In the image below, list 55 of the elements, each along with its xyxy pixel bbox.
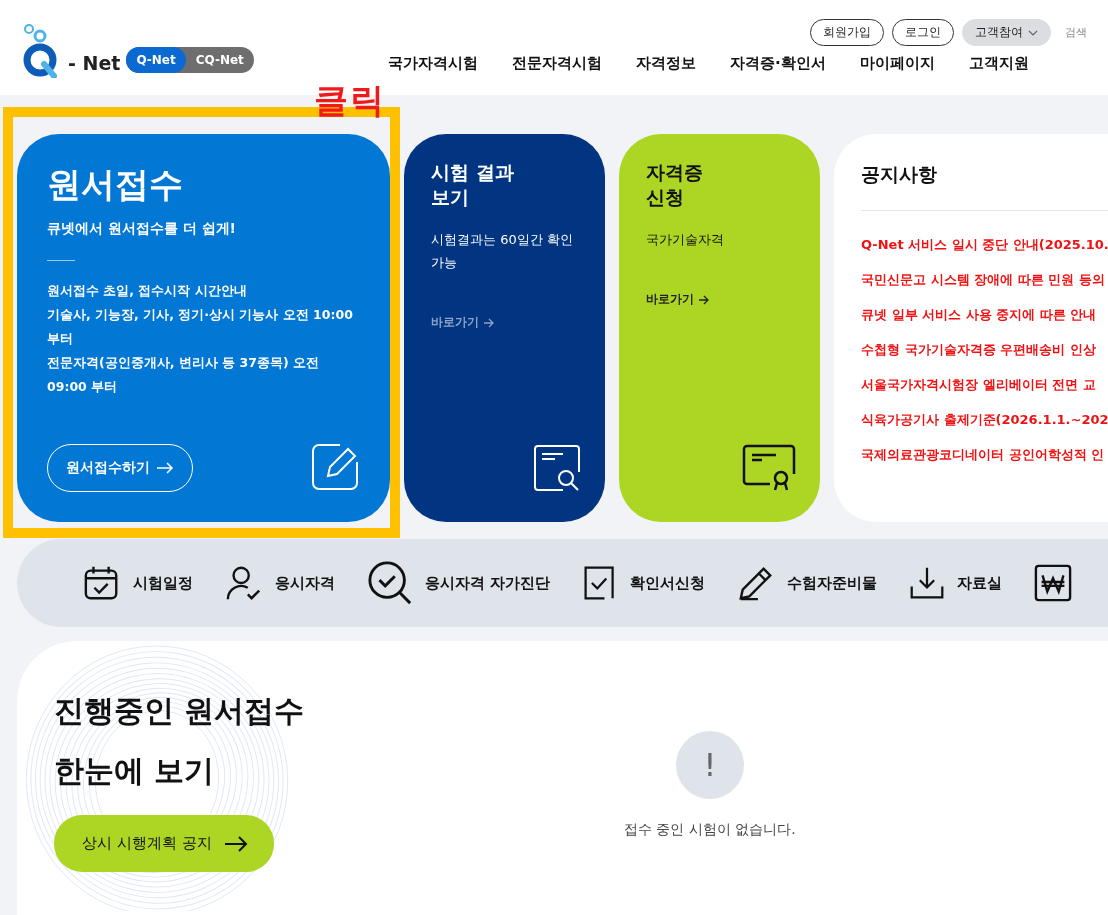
nav-item[interactable]: 자격정보 <box>636 54 696 73</box>
search-link[interactable]: 검색 <box>1065 25 1087 40</box>
quick-menu-item[interactable]: 수험자준비물 <box>737 564 878 602</box>
person-check-icon <box>225 564 263 602</box>
notice-link[interactable]: 서울국가자격시험장 엘리베이터 전면 교 <box>861 367 1108 402</box>
quick-menu-item[interactable]: 시험일정 <box>83 564 193 602</box>
plan-notice-button[interactable]: 상시 시행계획 공지 <box>54 815 274 872</box>
card-text: 전문자격(공인중개사, 변리사 등 37종목) 오전 09:00 부터 <box>47 354 320 396</box>
document-search-icon <box>533 444 581 492</box>
card-title: 자격증 신청 <box>646 160 704 210</box>
won-icon[interactable] <box>1034 564 1073 602</box>
arrow-right-icon <box>223 835 248 852</box>
quick-menu-item[interactable]: 자료실 <box>909 565 1003 601</box>
notice-link[interactable]: Q-Net 서비스 일시 중단 안내(2025.10. <box>861 227 1108 262</box>
notice-link[interactable]: 큐넷 일부 서비스 사용 중지에 따른 안내 <box>861 297 1108 332</box>
certificate-icon <box>742 444 796 492</box>
dropdown-button[interactable]: 고객참여 <box>962 19 1051 46</box>
arrow-right-icon <box>156 462 174 474</box>
nav-item[interactable]: 자격증·확인서 <box>730 54 826 73</box>
arrow-right-icon <box>698 294 710 305</box>
card-text: 기술사, 기능장, 기사, 정기·상시 기능사 오전 10:00 부터 <box>47 306 354 348</box>
notice-link[interactable]: 국제의료관광코디네이터 공인어학성적 인 <box>861 437 1108 472</box>
section-title: 한눈에 보기 <box>54 752 216 790</box>
site-tab[interactable]: Q-Net <box>126 47 186 73</box>
notice-title: 공지사항 <box>861 162 938 187</box>
search-check-icon <box>367 560 413 606</box>
notice-link[interactable]: 국민신문고 시스템 장애에 따른 민원 등의 <box>861 262 1108 297</box>
alert-badge: ! <box>675 731 744 799</box>
card-text: 원서접수 초일, 접수시작 시간안내 <box>47 282 248 300</box>
nav-item[interactable]: 고객지원 <box>968 54 1029 73</box>
header-button[interactable]: 회원가입 <box>810 19 884 46</box>
section-title: 진행중인 원서접수 <box>54 692 306 730</box>
quick-menu-item[interactable]: 응시자격 자가진단 <box>367 560 551 606</box>
nav-item[interactable]: 국가자격시험 <box>388 54 478 73</box>
edit-icon <box>310 442 360 492</box>
nav-item[interactable]: 전문자격시험 <box>512 54 602 73</box>
shortcut-link[interactable]: 바로가기 <box>646 291 796 308</box>
notice-link[interactable]: 수첩형 국가기술자격증 우편배송비 인상 <box>861 332 1108 367</box>
card-title: 원서접수 <box>47 163 184 206</box>
chevron-down-icon <box>1028 29 1038 36</box>
logo-text[interactable]: - Net <box>68 52 121 74</box>
header-button[interactable]: 로그인 <box>892 19 954 46</box>
empty-message: 접수 중인 시험이 없습니다. <box>624 821 796 839</box>
arrow-right-icon <box>483 317 495 328</box>
quick-menu-item[interactable]: 확인서신청 <box>582 564 706 602</box>
site-tab[interactable]: CQ-Net <box>185 47 254 73</box>
card-text: 시험결과는 60일간 확인 가능 <box>431 231 574 272</box>
shortcut-link[interactable]: 바로가기 <box>431 314 581 331</box>
card-subtitle: 큐넷에서 원서접수를 더 쉽게! <box>47 220 237 238</box>
card-text: 국가기술자격 <box>646 231 725 249</box>
nav-item[interactable]: 마이페이지 <box>859 54 935 73</box>
quick-menu-item[interactable]: 응시자격 <box>225 564 335 602</box>
download-icon <box>909 565 946 601</box>
card-title: 시험 결과 보기 <box>431 160 515 210</box>
notice-link[interactable]: 식육가공기사 출제기준(2026.1.1.~202 <box>861 402 1108 437</box>
